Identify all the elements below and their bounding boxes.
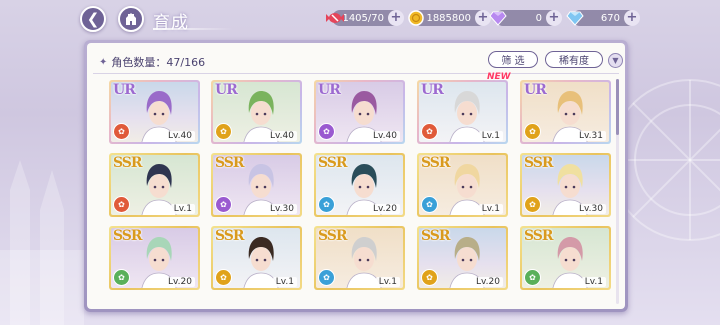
rarity-label: SSR [318, 155, 348, 171]
attribute-icon: ✿ [421, 196, 438, 213]
attribute-icon: ✿ [318, 123, 335, 140]
home-button[interactable] [118, 6, 144, 32]
character-card[interactable]: SSR ✿ Lv.20 [109, 226, 200, 290]
level-label: Lv.40 [165, 131, 195, 141]
character-card[interactable]: UR ✿ Lv.31 [520, 80, 611, 144]
level-label: Lv.31 [576, 131, 606, 141]
rarity-label: SSR [318, 228, 348, 244]
scrollbar-thumb[interactable] [616, 79, 619, 135]
rarity-label: SSR [113, 155, 143, 171]
add-blue-gem-button[interactable]: + [624, 10, 640, 26]
character-card[interactable]: SSR ✿ Lv.1 [314, 226, 405, 290]
attribute-icon: ✿ [215, 123, 232, 140]
resource-gold: 1885800 + [408, 10, 491, 26]
candy-icon [324, 7, 346, 29]
resource-value: 670 [600, 12, 620, 24]
character-card[interactable]: SSR ✿ Lv.1 [211, 226, 302, 290]
filter-button[interactable]: 筛 选 [488, 51, 538, 68]
rarity-sort-button[interactable]: 稀有度 [545, 51, 603, 68]
attribute-icon: ✿ [318, 269, 335, 286]
attribute-icon: ✿ [524, 196, 541, 213]
character-count-label: 角色数量：47/166 [111, 56, 206, 69]
castle-home-icon [126, 13, 136, 25]
level-label: Lv.1 [170, 204, 195, 214]
character-card[interactable]: UR ✿ Lv.40 [109, 80, 200, 144]
coin-icon [405, 7, 427, 29]
character-card[interactable]: SSR ✿ Lv.30 [520, 153, 611, 217]
character-card[interactable]: SSR ✿ Lv.20 [314, 153, 405, 217]
add-purple-gem-button[interactable]: + [546, 10, 562, 26]
rarity-label: UR [524, 82, 547, 98]
attribute-icon: ✿ [215, 196, 232, 213]
character-card[interactable]: UR ✿ Lv.40 [211, 80, 302, 144]
rarity-label: UR [318, 82, 341, 98]
rarity-label: UR [421, 82, 444, 98]
level-label: Lv.40 [370, 131, 400, 141]
character-list-panel: ✦ 角色数量：47/166 筛 选 稀有度 ▼ UR ✿ Lv.40 UR ✿ Lv.40… [84, 40, 628, 312]
rarity-label: SSR [215, 155, 245, 171]
back-arrow-icon: ❮ [86, 10, 100, 28]
attribute-icon: ✿ [113, 196, 130, 213]
level-label: Lv.30 [267, 204, 297, 214]
rarity-label: SSR [421, 228, 451, 244]
rarity-label: SSR [113, 228, 143, 244]
level-label: Lv.1 [375, 277, 400, 287]
new-badge: NEW [487, 72, 511, 82]
add-stamina-button[interactable]: + [388, 10, 404, 26]
purple-diamond-icon [487, 7, 509, 29]
level-label: Lv.40 [267, 131, 297, 141]
level-label: Lv.20 [165, 277, 195, 287]
top-bar: ❮ 育成 1405/70 + 1885800 + 0 + 670 + [0, 0, 720, 36]
character-card[interactable]: SSR ✿ Lv.1 [109, 153, 200, 217]
attribute-icon: ✿ [318, 196, 335, 213]
sparkle-icon: ✦ [99, 56, 108, 68]
rarity-label: SSR [421, 155, 451, 171]
resource-blue-gem: 670 + [566, 10, 640, 26]
attribute-icon: ✿ [113, 269, 130, 286]
rarity-label: UR [215, 82, 238, 98]
resource-stamina: 1405/70 + [326, 10, 404, 26]
attribute-icon: ✿ [215, 269, 232, 286]
sort-toggle-icon[interactable]: ▼ [608, 53, 623, 68]
level-label: Lv.30 [576, 204, 606, 214]
level-label: Lv.1 [478, 131, 503, 141]
resource-purple-gem: 0 + [489, 10, 562, 26]
character-card[interactable]: UR ✿ Lv.40 [314, 80, 405, 144]
title-underline [153, 28, 233, 30]
level-label: Lv.1 [478, 204, 503, 214]
resource-value: 0 [535, 12, 542, 24]
attribute-icon: ✿ [421, 269, 438, 286]
header-divider [93, 73, 619, 74]
character-card[interactable]: SSR ✿ Lv.20 [417, 226, 508, 290]
rarity-label: SSR [215, 228, 245, 244]
attribute-icon: ✿ [524, 269, 541, 286]
character-card[interactable]: SSR ✿ Lv.30 [211, 153, 302, 217]
resource-value: 1885800 [426, 12, 471, 24]
rarity-label: SSR [524, 155, 554, 171]
character-card[interactable]: UR ✿ Lv.1 [417, 80, 508, 144]
attribute-icon: ✿ [421, 123, 438, 140]
back-button[interactable]: ❮ [80, 6, 106, 32]
attribute-icon: ✿ [113, 123, 130, 140]
level-label: Lv.20 [370, 204, 400, 214]
character-card[interactable]: SSR ✿ Lv.1 [417, 153, 508, 217]
resource-value: 1405/70 [342, 12, 384, 24]
rarity-label: SSR [524, 228, 554, 244]
level-label: Lv.1 [272, 277, 297, 287]
attribute-icon: ✿ [524, 123, 541, 140]
level-label: Lv.1 [581, 277, 606, 287]
rarity-label: UR [113, 82, 136, 98]
blue-diamond-icon [564, 7, 586, 29]
character-list-content: ✦ 角色数量：47/166 筛 选 稀有度 ▼ UR ✿ Lv.40 UR ✿ Lv.40… [87, 43, 625, 309]
character-count: ✦ 角色数量：47/166 [99, 54, 205, 70]
character-card[interactable]: SSR ✿ Lv.1 [520, 226, 611, 290]
level-label: Lv.20 [473, 277, 503, 287]
